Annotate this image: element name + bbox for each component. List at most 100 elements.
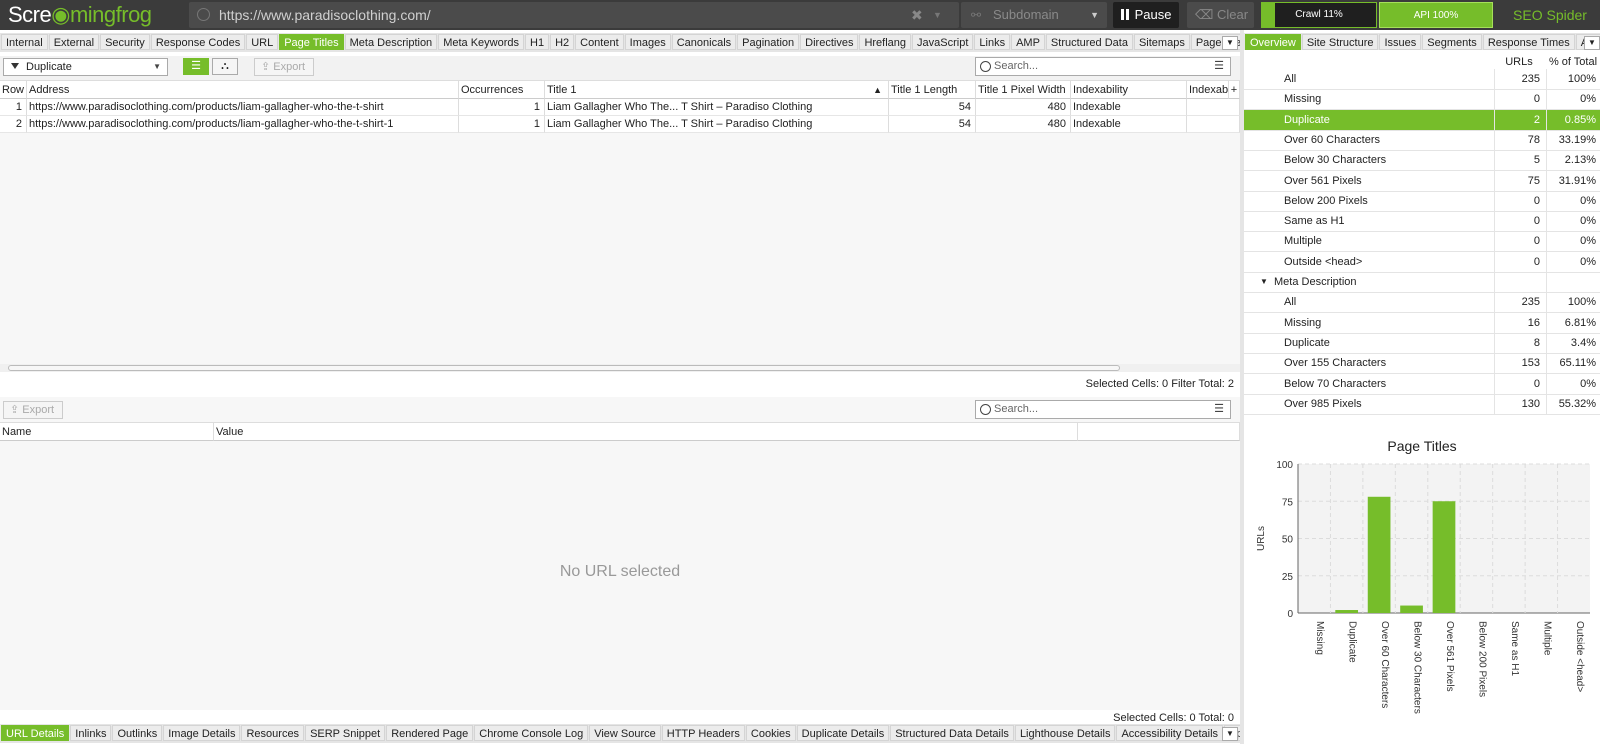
overview-row[interactable]: Multiple 0 0%: [1244, 231, 1600, 253]
tab-amp[interactable]: AMP: [1011, 34, 1045, 50]
filter-dropdown[interactable]: Duplicate ▼: [3, 58, 168, 76]
table-cell[interactable]: 480: [976, 116, 1071, 133]
column-header-occurrences[interactable]: Occurrences: [459, 81, 545, 99]
clear-url-icon[interactable]: ✖: [911, 2, 923, 28]
bottom-tab-inlinks[interactable]: Inlinks: [70, 725, 112, 741]
bottom-tab-lighthouse-details[interactable]: Lighthouse Details: [1014, 725, 1116, 741]
bottom-tab-url-details[interactable]: URL Details: [1, 725, 70, 741]
tab-javascript[interactable]: JavaScript: [912, 34, 974, 50]
tab-security[interactable]: Security: [100, 34, 150, 50]
subdomain-select[interactable]: ⚯ Subdomain ▼: [961, 2, 1107, 28]
column-header-indexability-status[interactable]: Indexabi: [1187, 81, 1229, 99]
overview-row[interactable]: Duplicate 2 0.85%: [1244, 109, 1600, 131]
overview-row[interactable]: Duplicate 8 3.4%: [1244, 332, 1600, 354]
tab-meta-description[interactable]: Meta Description: [344, 34, 438, 50]
bottom-tab-serp-snippet[interactable]: SERP Snippet: [305, 725, 386, 741]
tab-sitemaps[interactable]: Sitemaps: [1133, 34, 1190, 50]
tab-links[interactable]: Links: [974, 34, 1011, 50]
export-button[interactable]: ⇪ Export: [254, 58, 314, 76]
table-cell[interactable]: Liam Gallagher Who The... T Shirt – Para…: [545, 99, 889, 116]
tab-page-titles[interactable]: Page Titles: [279, 34, 344, 50]
table-cell[interactable]: 1: [459, 116, 545, 133]
tab-h2[interactable]: H2: [550, 34, 575, 50]
tab-images[interactable]: Images: [624, 34, 671, 50]
column-header-title-length[interactable]: Title 1 Length: [889, 81, 976, 99]
tab-pagination[interactable]: Pagination: [737, 34, 800, 50]
table-cell[interactable]: 54: [889, 99, 976, 116]
bottom-tab-image-details[interactable]: Image Details: [163, 725, 241, 741]
bottom-tabs-overflow-dropdown[interactable]: ▼: [1222, 727, 1238, 741]
overview-row[interactable]: Over 561 Pixels 75 31.91%: [1244, 170, 1600, 192]
overview-row[interactable]: Missing 0 0%: [1244, 89, 1600, 111]
right-tab-issues[interactable]: Issues: [1379, 34, 1422, 50]
tab-internal[interactable]: Internal: [1, 34, 48, 50]
right-tab-site-structure[interactable]: Site Structure: [1301, 34, 1379, 50]
right-tab-overview[interactable]: Overview: [1245, 34, 1301, 50]
table-cell[interactable]: 1: [0, 99, 27, 116]
url-input[interactable]: https://www.paradisoclothing.com/ ✖ ▼: [189, 2, 959, 28]
tab-hreflang[interactable]: Hreflang: [859, 34, 912, 50]
bottom-tab-chrome-console-log[interactable]: Chrome Console Log: [474, 725, 589, 741]
bottom-tab-cookies[interactable]: Cookies: [745, 725, 796, 741]
tab-directives[interactable]: Directives: [800, 34, 859, 50]
tab-h1[interactable]: H1: [525, 34, 550, 50]
tab-meta-keywords[interactable]: Meta Keywords: [438, 34, 524, 50]
clear-button[interactable]: ⌫ Clear: [1187, 2, 1254, 28]
horizontal-scrollbar[interactable]: [0, 364, 1240, 372]
column-header-row[interactable]: Row: [0, 81, 27, 99]
table-cell[interactable]: Indexable: [1071, 116, 1187, 133]
overview-row[interactable]: All 235 100%: [1244, 292, 1600, 314]
overview-row[interactable]: Over 60 Characters 78 33.19%: [1244, 129, 1600, 151]
table-cell[interactable]: 2: [0, 116, 27, 133]
list-view-button[interactable]: ☰: [183, 58, 209, 75]
table-cell[interactable]: https://www.paradisoclothing.com/product…: [27, 99, 459, 116]
scrollbar-thumb[interactable]: [8, 365, 1120, 371]
search-settings-icon[interactable]: ☰: [1214, 58, 1224, 75]
tab-external[interactable]: External: [48, 34, 100, 50]
bottom-tab-duplicate-details[interactable]: Duplicate Details: [796, 725, 890, 741]
bottom-tab-outlinks[interactable]: Outlinks: [112, 725, 163, 741]
search-input[interactable]: Search... ☰: [975, 57, 1231, 76]
column-header-pixel-width[interactable]: Title 1 Pixel Width: [976, 81, 1071, 99]
table-cell[interactable]: 1: [459, 99, 545, 116]
overview-row[interactable]: Same as H1 0 0%: [1244, 211, 1600, 233]
tab-content[interactable]: Content: [575, 34, 624, 50]
bottom-tab-rendered-page[interactable]: Rendered Page: [386, 725, 474, 741]
chevron-down-icon[interactable]: ▼: [1260, 272, 1268, 292]
column-header-title[interactable]: Title 1 ▲: [545, 81, 889, 99]
right-tab-response-times[interactable]: Response Times: [1482, 34, 1575, 50]
table-cell[interactable]: [1187, 99, 1240, 116]
overview-row[interactable]: Below 200 Pixels 0 0%: [1244, 190, 1600, 212]
search-settings-icon[interactable]: ☰: [1214, 401, 1224, 418]
table-cell[interactable]: Indexable: [1071, 99, 1187, 116]
bottom-tab-structured-data-details[interactable]: Structured Data Details: [890, 725, 1014, 741]
bottom-tab-view-source[interactable]: View Source: [589, 725, 661, 741]
bottom-tab-accessibility-details[interactable]: Accessibility Details: [1116, 725, 1224, 741]
column-header-value[interactable]: Value: [214, 423, 1078, 441]
tab-response-codes[interactable]: Response Codes: [150, 34, 246, 50]
bottom-tab-http-headers[interactable]: HTTP Headers: [661, 725, 745, 741]
details-search-input[interactable]: Search... ☰: [975, 400, 1231, 419]
column-header-address[interactable]: Address: [27, 81, 459, 99]
right-tab-segments[interactable]: Segments: [1422, 34, 1482, 50]
column-header-indexability[interactable]: Indexability: [1071, 81, 1187, 99]
tab-structured-data[interactable]: Structured Data: [1045, 34, 1133, 50]
add-column-icon[interactable]: +: [1229, 81, 1240, 99]
tree-view-button[interactable]: ⛬: [212, 58, 238, 75]
overview-row[interactable]: All 235 100%: [1244, 69, 1600, 90]
right-tabs-overflow-dropdown[interactable]: ▼: [1584, 36, 1600, 50]
table-cell[interactable]: 54: [889, 116, 976, 133]
overview-row[interactable]: Over 985 Pixels 130 55.32%: [1244, 393, 1600, 415]
tab-canonicals[interactable]: Canonicals: [671, 34, 737, 50]
pause-button[interactable]: Pause: [1113, 2, 1179, 28]
chevron-down-icon[interactable]: ▼: [933, 2, 942, 28]
column-header-name[interactable]: Name: [0, 423, 214, 441]
details-export-button[interactable]: ⇪ Export: [3, 401, 63, 419]
overview-row[interactable]: Outside <head> 0 0%: [1244, 251, 1600, 273]
table-cell[interactable]: Liam Gallagher Who The... T Shirt – Para…: [545, 116, 889, 133]
overview-section[interactable]: ▼ Meta Description: [1244, 272, 1600, 293]
overview-row[interactable]: Below 70 Characters 0 0%: [1244, 373, 1600, 395]
overview-row[interactable]: Below 30 Characters 5 2.13%: [1244, 150, 1600, 172]
tab-url[interactable]: URL: [246, 34, 279, 50]
table-cell[interactable]: [1187, 116, 1240, 133]
